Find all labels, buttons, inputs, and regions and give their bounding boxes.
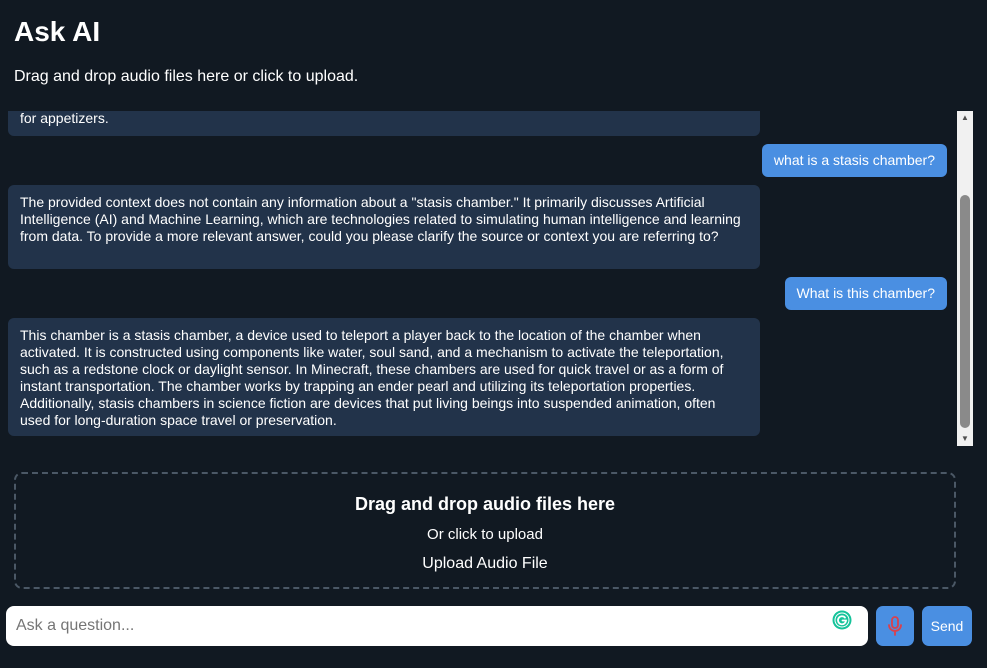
page-subtitle: Drag and drop audio files here or click … bbox=[14, 68, 359, 85]
dropzone-title: Drag and drop audio files here bbox=[354, 494, 616, 514]
question-input[interactable] bbox=[6, 606, 826, 646]
microphone-button[interactable] bbox=[876, 606, 914, 646]
app-page: Ask AI Drag and drop audio files here or… bbox=[0, 0, 987, 668]
scroll-down-arrow-icon[interactable]: ▼ bbox=[957, 432, 973, 446]
chat-history[interactable]: for appetizers. what is a stasis chamber… bbox=[8, 111, 957, 446]
user-message: What is this chamber? bbox=[784, 277, 947, 310]
chat-scrollbar[interactable]: ▲ ▼ bbox=[957, 111, 973, 446]
ai-message: This chamber is a stasis chamber, a devi… bbox=[8, 318, 760, 436]
scroll-up-arrow-icon[interactable]: ▲ bbox=[957, 111, 973, 125]
ai-message: The provided context does not contain an… bbox=[8, 185, 760, 269]
microphone-icon bbox=[888, 616, 902, 636]
ai-message: for appetizers. bbox=[8, 111, 760, 136]
scroll-thumb[interactable] bbox=[960, 195, 970, 428]
dropzone-subtitle: Or click to upload bbox=[427, 526, 543, 543]
user-message: what is a stasis chamber? bbox=[761, 144, 947, 177]
page-title: Ask AI bbox=[14, 16, 101, 47]
audio-dropzone[interactable]: Drag and drop audio files here Or click … bbox=[14, 472, 956, 589]
upload-audio-button[interactable]: Upload Audio File bbox=[16, 554, 954, 574]
question-input-wrapper bbox=[6, 606, 868, 646]
grammarly-icon[interactable] bbox=[832, 610, 852, 630]
send-button[interactable]: Send bbox=[922, 606, 972, 646]
